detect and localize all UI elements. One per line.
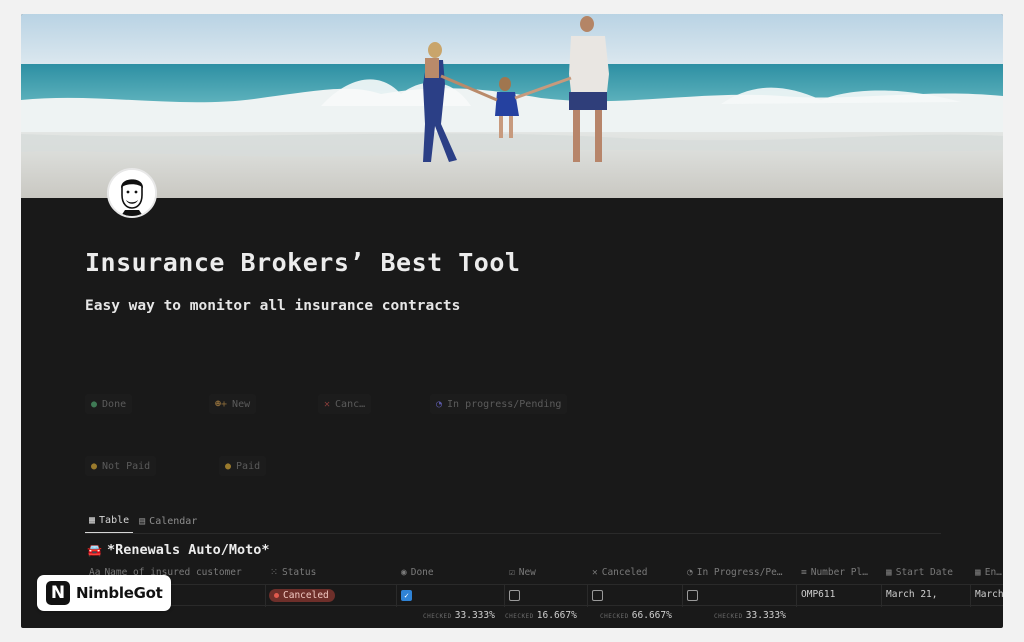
in-progress-button-label: In progress/Pending [447,398,562,410]
user-plus-icon: ☻+ [215,398,228,410]
view-tabs: ▦ Table ▤ Calendar [85,512,201,534]
check-circle-icon: ● [91,398,98,410]
calc-done[interactable]: CHECKED 33.333% [423,610,495,621]
canceled-button-label: Canc… [335,398,366,410]
page-subtitle: Easy way to monitor all insurance contra… [85,298,461,314]
column-header-number-plate[interactable]: ≡ Number Pl… [801,567,868,578]
coin-icon: ● [91,460,98,472]
half-circle-icon: ◔ [687,567,693,578]
cell-end-date[interactable]: March [975,589,1003,600]
canceled-button[interactable]: ✕ Canc… [318,394,372,414]
canceled-checkbox[interactable] [592,590,603,601]
column-header-new[interactable]: ☑ New [509,567,536,578]
column-header-end-date[interactable]: ▦ En… [975,567,1002,578]
database-title-text: *Renewals Auto/Moto* [106,542,270,558]
half-circle-icon: ◔ [436,398,443,410]
page-avatar[interactable] [107,168,157,218]
paid-button[interactable]: ● Paid [219,456,267,476]
nimblegot-text: NimbleGot [76,584,163,602]
not-paid-button-label: Not Paid [102,460,151,472]
status-badge[interactable]: Canceled [269,589,335,602]
not-paid-button[interactable]: ● Not Paid [85,456,157,476]
face-icon [109,170,155,216]
cell-divider [881,585,882,607]
cell-start-date[interactable]: March 21, [886,589,937,600]
table-row[interactable]: Canceled ✓ OMP611 March 21, March [85,584,1003,607]
in-progress-checkbox[interactable] [687,590,698,601]
database-title[interactable]: 🚘 *Renewals Auto/Moto* [87,542,270,558]
new-checkbox[interactable] [509,590,520,601]
column-header-status[interactable]: ⁙ Status [270,567,316,578]
new-button[interactable]: ☻+ New [209,394,257,414]
done-checkbox[interactable]: ✓ [401,590,412,601]
cell-divider [970,585,971,607]
paid-button-label: Paid [236,460,261,472]
calc-canceled[interactable]: CHECKED 66.667% [600,610,672,621]
in-progress-button[interactable]: ◔ In progress/Pending [430,394,568,414]
tabs-divider [85,533,941,534]
calc-in-progress[interactable]: CHECKED 33.333% [714,610,786,621]
column-header-start-date[interactable]: ▦ Start Date [886,567,953,578]
calendar-icon: ▤ [139,516,146,527]
cell-divider [796,585,797,607]
column-header-in-progress[interactable]: ◔ In Progress/Pe… [687,567,783,578]
cell-divider [265,585,266,607]
cell-divider [682,585,683,607]
calendar-icon: ▦ [886,567,892,578]
status-dot-icon [274,593,279,598]
notion-page: Insurance Brokers’ Best Tool Easy way to… [21,14,1003,628]
table-icon: ▦ [89,515,96,526]
nimblegot-watermark: N NimbleGot [37,575,171,611]
coin-icon: ● [225,460,232,472]
cell-divider [396,585,397,607]
cover-image [21,14,1003,198]
checkbox-icon: ☑ [509,567,515,578]
cell-divider [504,585,505,607]
done-button-label: Done [102,398,127,410]
page-title: Insurance Brokers’ Best Tool [85,248,521,277]
calc-new[interactable]: CHECKED 16.667% [505,610,577,621]
column-header-canceled[interactable]: ✕ Canceled [592,567,648,578]
done-button[interactable]: ● Done [85,394,133,414]
cell-divider [587,585,588,607]
new-button-label: New [232,398,251,410]
x-icon: ✕ [592,567,598,578]
calendar-icon: ▦ [975,567,981,578]
list-icon: ≡ [801,567,807,578]
column-header-done[interactable]: ◉ Done [401,567,434,578]
tab-calendar-label: Calendar [149,516,198,527]
car-icon: 🚘 [87,543,102,557]
nimblegot-logo: N [46,581,70,605]
table-header: Aa Name of insured customer ⁙ Status ◉ D… [85,565,1003,583]
tab-table[interactable]: ▦ Table [85,512,134,534]
tab-calendar[interactable]: ▤ Calendar [135,512,201,534]
cell-number-plate[interactable]: OMP611 [801,589,835,600]
tab-table-label: Table [99,515,130,526]
status-icon: ⁙ [270,567,278,578]
x-icon: ✕ [324,398,331,410]
check-circle-icon: ◉ [401,567,407,578]
